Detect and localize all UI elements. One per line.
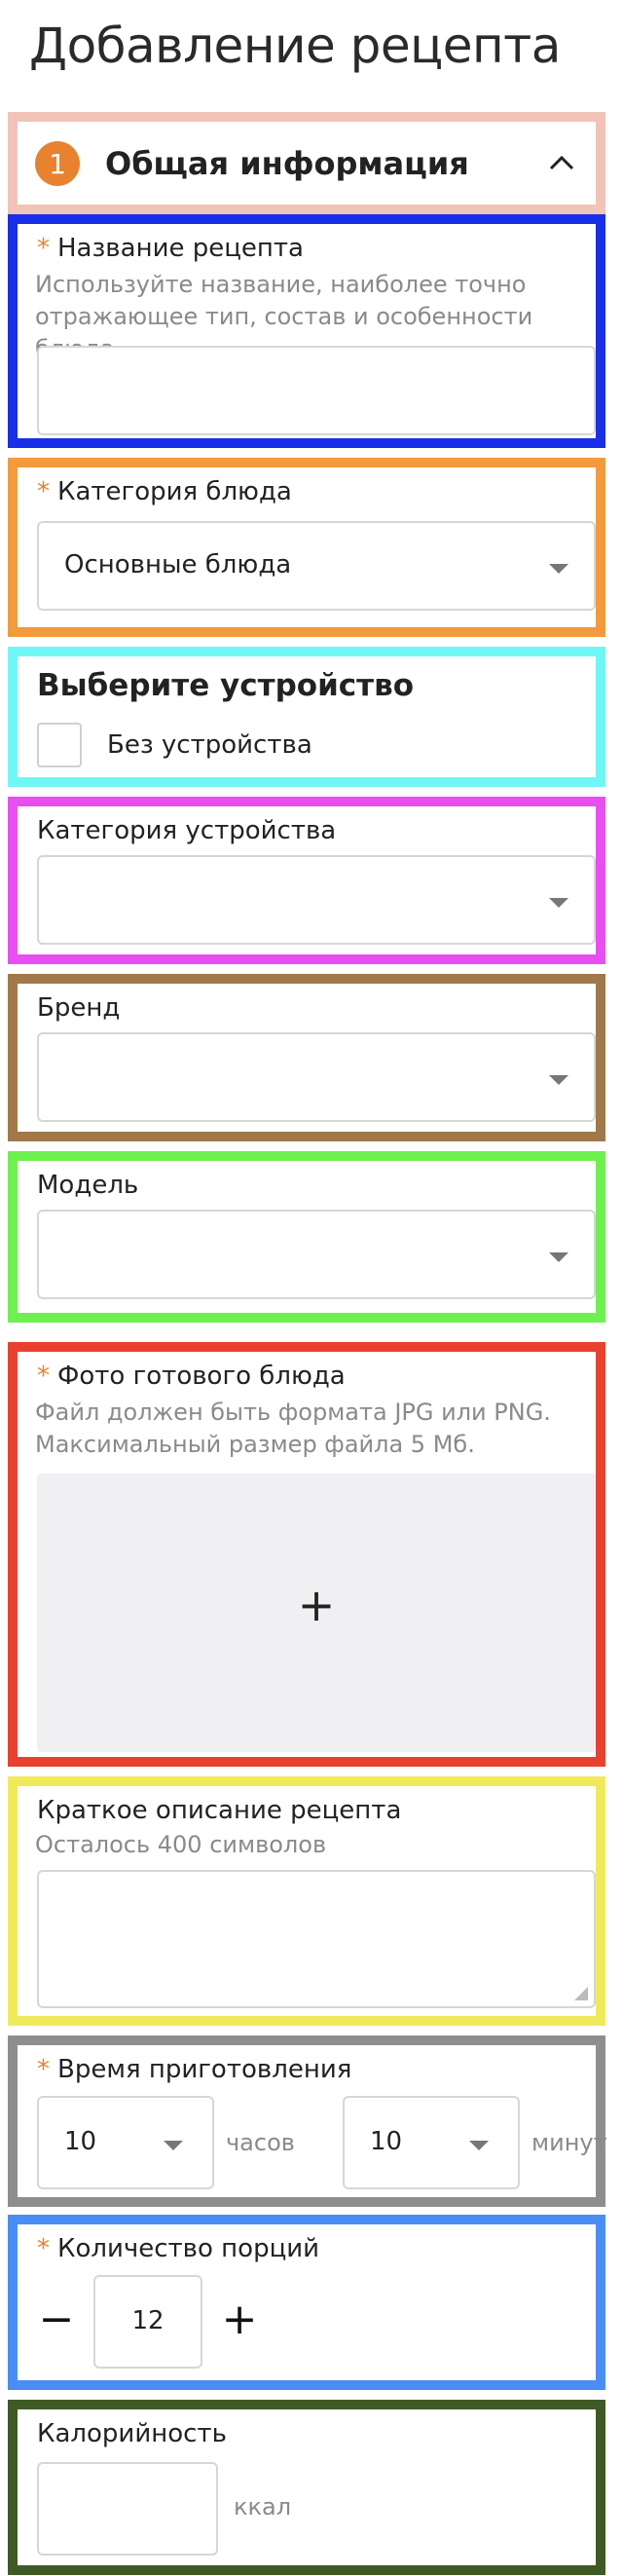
required-marker: *	[37, 234, 50, 263]
chevron-down-icon	[549, 564, 568, 574]
calories-label: Калорийность	[37, 2419, 227, 2448]
required-marker: *	[37, 2234, 50, 2263]
device-category-label: Категория устройства	[37, 816, 337, 845]
device-category-select[interactable]	[37, 855, 596, 945]
section-photo: * Фото готового блюда Файл должен быть фо…	[8, 1342, 605, 1767]
section-model: Модель	[8, 1151, 605, 1323]
device-heading: Выберите устройство	[37, 668, 415, 703]
increment-button[interactable]: +	[218, 2275, 261, 2369]
page-title: Добавление рецепта	[29, 18, 561, 74]
section-brand: Бренд	[8, 974, 605, 1141]
hours-unit: часов	[226, 2129, 295, 2156]
recipe-name-input[interactable]	[37, 346, 596, 435]
step-number-badge: 1	[35, 141, 80, 186]
description-textarea[interactable]	[37, 1870, 596, 2008]
description-hint: Осталось 400 символов	[35, 1831, 327, 1858]
description-label: Краткое описание рецепта	[37, 1796, 402, 1825]
section-title: Общая информация	[105, 145, 469, 182]
chevron-down-icon	[549, 1075, 568, 1085]
model-label: Модель	[37, 1171, 139, 1200]
hours-value: 10	[64, 2127, 97, 2156]
chevron-down-icon	[549, 898, 568, 908]
required-marker: *	[37, 1362, 50, 1391]
section-servings: * Количество порций − 12 +	[8, 2215, 605, 2390]
required-marker: *	[37, 2055, 50, 2084]
section-dish-category: * Категория блюда Основные блюда	[8, 458, 605, 637]
section-calories: Калорийность ккал	[8, 2400, 605, 2575]
servings-value: 12	[131, 2306, 165, 2335]
cook-time-label: * Время приготовления	[37, 2055, 352, 2084]
no-device-label[interactable]: Без устройства	[107, 730, 312, 760]
servings-label: * Количество порций	[37, 2234, 320, 2263]
minutes-select[interactable]: 10	[343, 2096, 520, 2189]
photo-hint: Файл должен быть формата JPG или PNG. Ма…	[35, 1399, 551, 1458]
section-description: Краткое описание рецепта Осталось 400 си…	[8, 1776, 605, 2026]
brand-label: Бренд	[37, 993, 121, 1023]
section-device-category: Категория устройства	[8, 797, 605, 964]
no-device-checkbox[interactable]	[37, 723, 82, 767]
section-device: Выберите устройство Без устройства	[8, 647, 605, 787]
resize-handle-icon[interactable]	[574, 1987, 588, 2000]
decrement-button[interactable]: −	[37, 2275, 76, 2369]
dish-category-select[interactable]: Основные блюда	[37, 521, 596, 611]
chevron-up-icon[interactable]	[547, 151, 574, 172]
chevron-down-icon	[164, 2141, 183, 2150]
calories-unit: ккал	[234, 2493, 292, 2520]
recipe-name-label: * Название рецепта	[37, 234, 304, 263]
photo-upload-area[interactable]: +	[37, 1474, 596, 1752]
model-select[interactable]	[37, 1210, 596, 1299]
calories-input[interactable]	[37, 2462, 218, 2556]
servings-input[interactable]: 12	[93, 2275, 202, 2369]
section-general-info[interactable]: 1 Общая информация	[8, 112, 605, 214]
minutes-unit: минут	[531, 2129, 607, 2156]
required-marker: *	[37, 477, 50, 506]
hours-select[interactable]: 10	[37, 2096, 214, 2189]
step-number: 1	[49, 147, 66, 180]
chevron-down-icon	[469, 2141, 489, 2150]
section-cook-time: * Время приготовления 10 часов 10 минут	[8, 2035, 607, 2207]
brand-select[interactable]	[37, 1032, 596, 1122]
minutes-value: 10	[370, 2127, 403, 2156]
section-recipe-name: * Название рецепта Используйте название, …	[8, 214, 605, 448]
add-photo-icon: +	[297, 1579, 336, 1631]
dish-category-label: * Категория блюда	[37, 477, 292, 506]
photo-label: * Фото готового блюда	[37, 1362, 346, 1391]
dish-category-value: Основные блюда	[64, 550, 292, 579]
chevron-down-icon	[549, 1252, 568, 1262]
